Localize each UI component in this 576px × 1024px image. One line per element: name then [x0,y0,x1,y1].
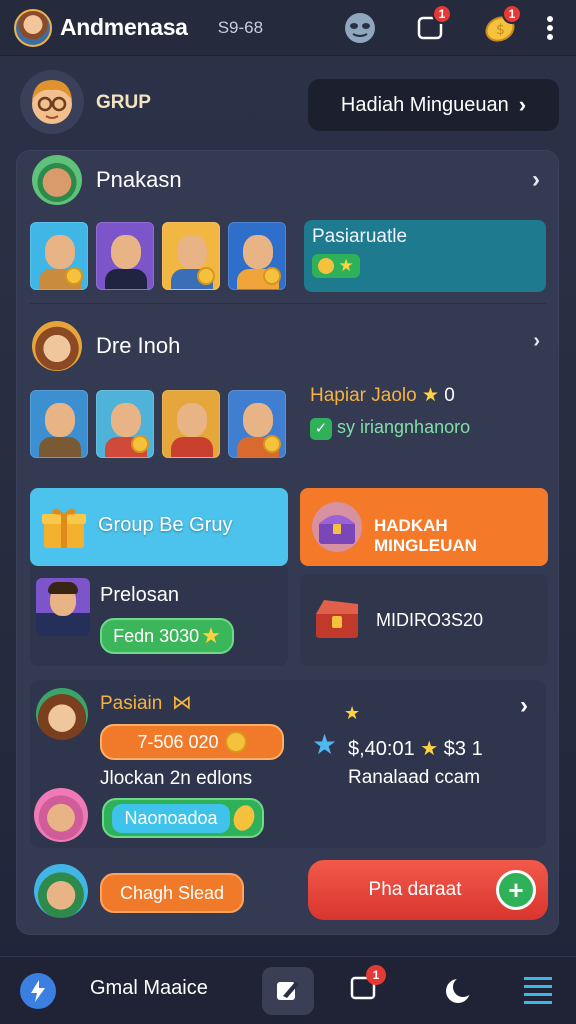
info-sub: sy iriangnhanoro [337,417,471,437]
section-title: Dre Inoh [96,333,181,358]
chevron-right-icon: › [518,92,527,117]
app-title: Andmenasa [60,14,188,40]
info-line: Hapiar Jaolo ★ 0 [310,384,546,407]
primary-action-button[interactable]: Pha daraat + [308,860,548,920]
bottom-caption: Jlockan 2n edlons [100,768,253,789]
bottom-title: Pasiain [100,693,163,714]
avatar[interactable] [34,788,88,842]
lightning-icon[interactable] [20,973,56,1009]
character-thumbnail[interactable] [30,222,88,290]
group-avatar[interactable] [20,70,84,134]
section-header: Dre Inoh › [32,318,546,374]
top-bar: Andmenasa S9-68 1 $ 1 [0,0,576,56]
svg-text:$: $ [496,22,505,38]
star-icon: ★ [338,256,354,275]
gift-box-icon [42,508,86,548]
name-pill-label: Naonoadoa [124,807,218,828]
notification-icon[interactable]: 1 [350,965,386,1005]
coins-pill[interactable]: 7-506 020 [100,724,284,760]
stats-line: $,40:01 ★ $3 1 [348,736,483,761]
weekly-reward-tile-label: HADKAH MINGLEUAN [374,516,477,555]
chest-tile[interactable]: MIDIRO3S20 [300,574,548,666]
nav-label[interactable]: Gmal Maaice [90,977,208,1000]
section-title: Pnakasn [96,167,182,192]
chest-label: MIDIRO3S20 [376,610,484,630]
treasure-chest-icon [312,502,362,552]
avatar[interactable] [34,864,88,918]
section-row-2[interactable]: Dre Inoh › Hapiar Jaolo ★ 0 ✓ sy iriangn… [30,318,546,470]
change-button-label: Chagh Slead [119,882,225,903]
primary-action-label: Pha daraat [368,879,462,900]
star-icon: ★ [201,623,221,648]
thumbnail-row [30,222,294,290]
coin-badge: 1 [502,4,522,24]
avatar [32,321,82,371]
edit-icon[interactable] [262,967,314,1015]
sparkle-icon: ★ [344,703,361,723]
name-pill[interactable]: Naonoadoa [102,798,264,838]
top-icon-group: 1 $ 1 [310,4,562,48]
character-thumbnail[interactable] [162,390,220,458]
chevron-right-icon[interactable]: › [532,166,540,194]
info-block[interactable]: Hapiar Jaolo ★ 0 ✓ sy iriangnhanoro [310,384,546,440]
plus-icon: + [496,870,536,910]
group-label: GRUP [96,92,151,113]
divider [30,303,546,304]
section-row-1[interactable]: Pnakasn › Pasiaruatle ★ [30,152,546,302]
bottom-nav: Gmal Maaice 1 [0,956,576,1024]
character-thumbnail[interactable] [228,390,286,458]
mask-icon[interactable] [340,8,380,48]
info-card[interactable]: Pasiaruatle ★ [304,220,546,292]
change-button[interactable]: Chagh Slead [100,873,244,913]
chevron-right-icon[interactable]: › [520,692,528,720]
section-header: Pnakasn › [32,152,546,208]
group-bonus-tile[interactable]: Group Be Gruy [30,488,288,566]
nav-badge: 1 [366,965,386,985]
coin-icon [318,258,334,274]
menu-icon[interactable] [524,975,552,1004]
profile-avatar[interactable] [14,8,52,47]
check-icon: ✓ [310,418,332,440]
bow-icon: ⋈ [172,692,192,714]
info-value: 0 [444,385,455,406]
person-button-label: Fedn 3030 [113,625,200,646]
stats-text: $,40:01 [348,738,415,760]
weekly-reward-tile[interactable]: HADKAH MINGLEUAN [300,488,548,566]
info-sub-line: ✓ sy iriangnhanoro [310,417,546,440]
stats-caption: Ranalaad ccam [348,767,481,788]
star-icon: ★ [420,738,439,760]
character-thumbnail[interactable] [162,222,220,290]
coin-star-chip: ★ [312,254,360,278]
notification-icon[interactable]: 1 [410,4,452,48]
person-action-button[interactable]: Fedn 3030 ★ [100,618,234,654]
coin-icon [224,731,247,753]
stats-value: $3 1 [443,738,483,760]
more-icon[interactable] [538,8,562,48]
coin-icon [229,802,258,834]
weekly-reward-label: Hadiah Mingueuan [340,93,509,116]
app-subtitle: S9-68 [217,17,264,37]
notification-badge: 1 [432,4,452,24]
coins-value: 7-506 020 [137,731,219,752]
character-thumbnail[interactable] [96,390,154,458]
moon-icon[interactable] [446,977,473,1003]
chest-icon [316,600,358,638]
character-thumbnail[interactable] [30,390,88,458]
person-name: Prelosan [100,584,179,606]
avatar[interactable] [36,688,88,740]
group-bonus-label: Group Be Gruy [98,514,233,536]
star-badge-icon: ★ [312,729,338,760]
info-title: Pasiaruatle [312,226,408,247]
star-icon: ★ [421,385,439,406]
info-title: Hapiar Jaolo [310,385,417,406]
chevron-right-icon[interactable]: › [533,330,540,353]
coin-icon[interactable]: $ 1 [480,4,522,48]
avatar [36,578,90,636]
thumbnail-row [30,390,294,458]
character-thumbnail[interactable] [228,222,286,290]
character-thumbnail[interactable] [96,222,154,290]
weekly-reward-button[interactable]: Hadiah Mingueuan › [308,79,559,131]
avatar [32,155,82,205]
name-pill-inner: Naonoadoa [112,803,230,833]
